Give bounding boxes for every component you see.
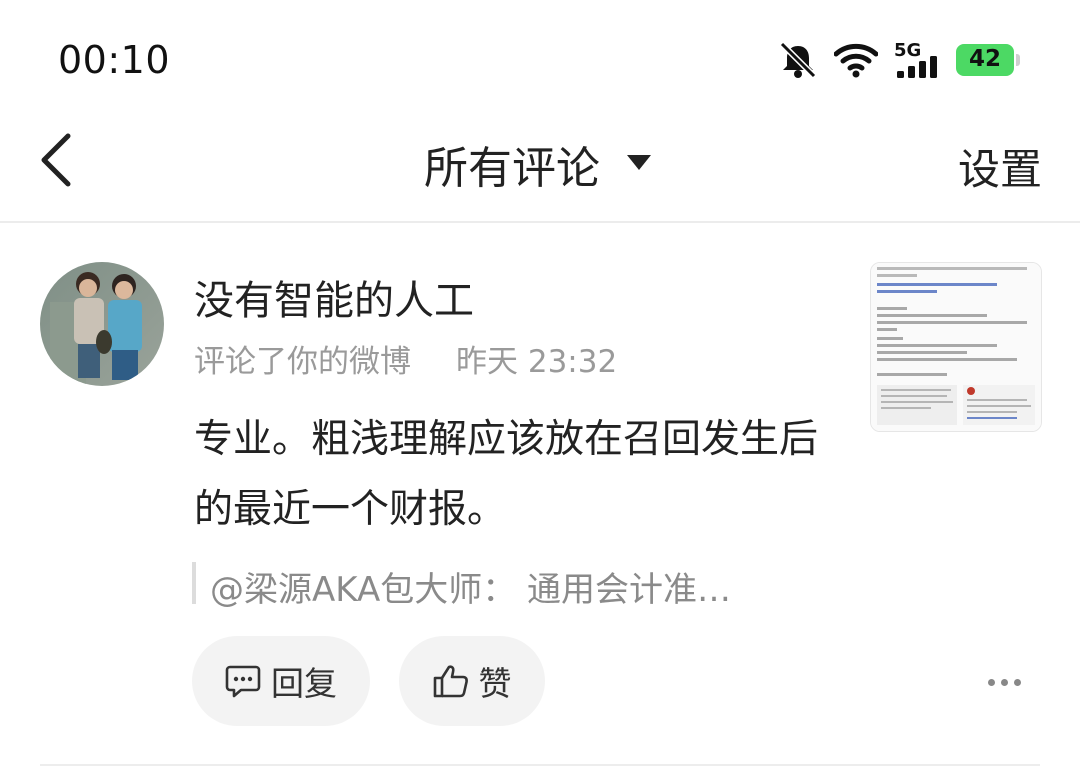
like-label: 赞: [478, 664, 512, 703]
comment-time: 昨天 23:32: [456, 344, 618, 380]
header-divider: [0, 221, 1080, 223]
page-title[interactable]: 所有评论: [424, 132, 600, 196]
caret-down-icon[interactable]: [625, 152, 653, 172]
post-thumbnail[interactable]: [870, 262, 1042, 432]
status-time: 00:10: [58, 38, 171, 82]
comment-username[interactable]: 没有智能的人工: [194, 268, 474, 326]
thumbs-up-icon: [433, 665, 468, 698]
wifi-icon: [834, 43, 878, 78]
reply-label: 回复: [271, 664, 337, 703]
comment-action: 评论了你的微博: [194, 344, 411, 380]
avatar[interactable]: [40, 262, 164, 386]
more-dots-icon[interactable]: [988, 668, 1024, 696]
like-button[interactable]: 赞: [399, 636, 545, 726]
battery-level: 42: [968, 46, 1001, 72]
quoted-post[interactable]: @梁源AKA包大师： 通用会计准…: [210, 562, 820, 611]
quote-bar: [192, 562, 196, 604]
settings-button[interactable]: 设置: [958, 136, 1042, 197]
comment-bubble-icon: [225, 665, 261, 698]
comment-text: 专业。粗浅理解应该放在召回发生后的最近一个财报。: [194, 417, 819, 532]
mute-bell-icon: [779, 41, 817, 79]
signal-icon: [897, 56, 937, 78]
chevron-left-icon[interactable]: [38, 130, 78, 190]
battery-cap: [1016, 54, 1020, 66]
reply-button[interactable]: 回复: [192, 636, 370, 726]
